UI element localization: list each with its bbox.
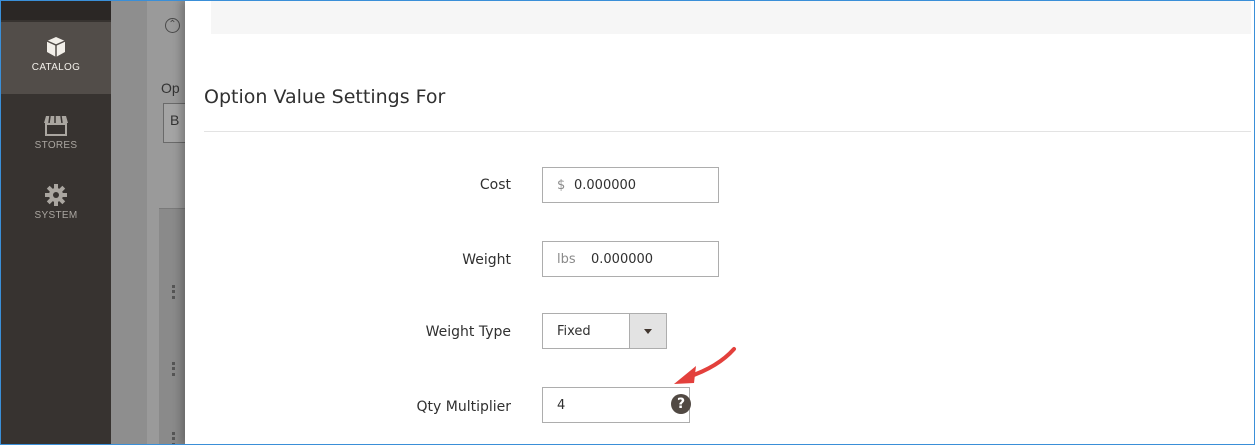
qty-multiplier-value: 4 [557, 398, 566, 413]
title-divider [204, 131, 1251, 132]
drag-handle-icon [172, 362, 178, 376]
weight-type-value: Fixed [557, 324, 591, 339]
qty-multiplier-input[interactable]: 4 [542, 387, 690, 423]
weight-label: Weight [462, 252, 511, 268]
weight-value: 0.000000 [591, 252, 654, 267]
background-page-overlay: ⌃ Op B [111, 0, 185, 445]
cost-value: 0.000000 [574, 178, 637, 193]
select-toggle[interactable] [629, 314, 666, 348]
question-icon[interactable]: ? [671, 394, 691, 414]
sidebar-top [1, 0, 111, 20]
weight-input[interactable]: lbs 0.000000 [542, 241, 719, 277]
weight-unit-addon: lbs [557, 252, 576, 267]
drag-handle-icon [172, 432, 178, 445]
chevron-down-icon [644, 329, 652, 334]
box-icon [46, 37, 66, 57]
nav-item-label: CATALOG [31, 62, 81, 73]
nav-item-label: SYSTEM [34, 210, 78, 221]
cost-label: Cost [479, 177, 511, 193]
store-icon [44, 115, 68, 136]
collapse-circle-icon: ⌃ [165, 18, 180, 33]
admin-sidebar: CATALOG STORES SYSTEM [1, 0, 111, 445]
nav-item-catalog[interactable]: CATALOG [1, 22, 111, 94]
weight-type-select[interactable]: Fixed [542, 313, 667, 349]
background-field: B [163, 103, 185, 143]
cost-input[interactable]: $ 0.000000 [542, 167, 719, 203]
background-field-value: B [170, 112, 180, 128]
currency-addon: $ [557, 178, 566, 193]
nav-item-stores[interactable]: STORES [1, 100, 111, 172]
annotation-arrow-icon [674, 347, 736, 384]
background-section-label: Op [161, 80, 180, 96]
nav-item-label: STORES [34, 140, 78, 151]
weight-type-label: Weight Type [425, 324, 511, 340]
background-grid [159, 208, 185, 445]
drag-handle-icon [172, 285, 178, 299]
qty-multiplier-label: Qty Multiplier [416, 399, 512, 415]
nav-item-system[interactable]: SYSTEM [1, 170, 111, 242]
modal-title: Option Value Settings For [204, 86, 446, 108]
modal-header-strip [211, 0, 1251, 34]
gear-icon [45, 184, 67, 206]
